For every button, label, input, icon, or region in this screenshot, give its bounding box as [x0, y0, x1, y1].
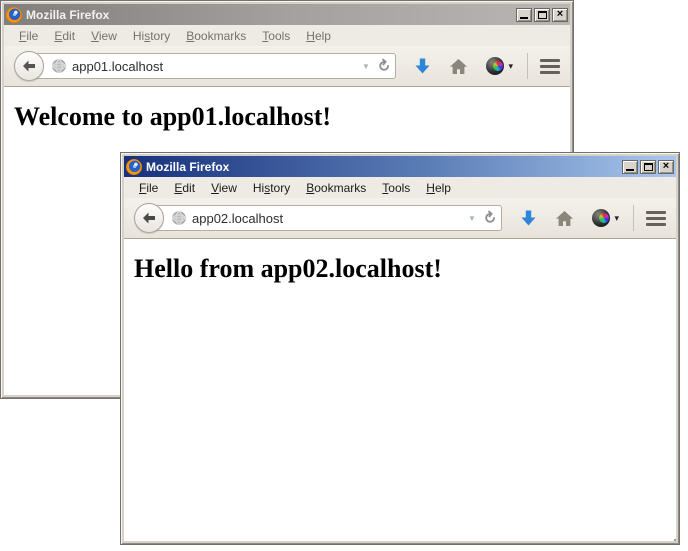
maximize-button[interactable] — [534, 8, 550, 22]
reload-button[interactable]: ↻ — [480, 208, 499, 228]
hamburger-icon — [540, 59, 560, 62]
minimize-button[interactable] — [622, 160, 638, 174]
desktop: Mozilla Firefox × File Edit View History… — [0, 0, 688, 551]
home-button[interactable] — [449, 58, 468, 75]
menu-bar: File Edit View History Bookmarks Tools H… — [4, 25, 570, 46]
minimize-button[interactable] — [516, 8, 532, 22]
navigation-toolbar: app01.localhost ▼ ↻ ▾ — [4, 46, 570, 87]
menu-file[interactable]: File — [11, 27, 46, 45]
search-engine-icon — [486, 57, 504, 75]
url-bar[interactable]: app02.localhost ▼ ↻ — [149, 205, 502, 231]
reload-button[interactable]: ↻ — [374, 56, 393, 76]
resize-grip[interactable] — [670, 535, 672, 537]
menu-bookmarks[interactable]: Bookmarks — [178, 27, 254, 45]
maximize-button[interactable] — [640, 160, 656, 174]
search-engine-icon — [592, 209, 610, 227]
globe-icon — [52, 59, 66, 73]
menu-edit[interactable]: Edit — [166, 179, 203, 197]
url-text[interactable]: app02.localhost — [192, 211, 464, 226]
search-engine-button[interactable]: ▾ — [592, 209, 619, 227]
menu-view[interactable]: View — [83, 27, 125, 45]
open-menu-button[interactable] — [646, 209, 666, 227]
toolbar-separator — [633, 205, 634, 231]
maximize-icon — [538, 11, 547, 19]
search-engine-button[interactable]: ▾ — [486, 57, 513, 75]
menu-bookmarks[interactable]: Bookmarks — [298, 179, 374, 197]
home-icon — [555, 210, 574, 227]
back-button[interactable] — [14, 51, 44, 81]
back-arrow-icon — [21, 58, 37, 74]
window-title: Mozilla Firefox — [26, 8, 109, 22]
url-bar[interactable]: app01.localhost ▼ ↻ — [29, 53, 396, 79]
home-button[interactable] — [555, 210, 574, 227]
menu-history[interactable]: History — [125, 27, 178, 45]
page-content: Hello from app02.localhost! — [124, 239, 676, 541]
minimize-icon — [520, 17, 528, 19]
page-heading: Hello from app02.localhost! — [124, 254, 676, 284]
toolbar-separator — [527, 53, 528, 79]
url-text[interactable]: app01.localhost — [72, 59, 358, 74]
page-heading: Welcome to app01.localhost! — [4, 102, 570, 132]
minimize-icon — [626, 169, 634, 171]
close-button[interactable]: × — [552, 8, 568, 22]
maximize-icon — [644, 163, 653, 171]
firefox-icon — [6, 7, 22, 23]
download-icon — [520, 209, 537, 227]
menu-history[interactable]: History — [245, 179, 298, 197]
back-arrow-icon — [141, 210, 157, 226]
menu-help[interactable]: Help — [298, 27, 339, 45]
menu-tools[interactable]: Tools — [374, 179, 418, 197]
menu-file[interactable]: File — [131, 179, 166, 197]
globe-icon — [172, 211, 186, 225]
menu-bar: File Edit View History Bookmarks Tools H… — [124, 177, 676, 198]
window-controls: × — [620, 160, 674, 174]
urlbar-dropdown-icon[interactable]: ▼ — [468, 214, 476, 223]
menu-view[interactable]: View — [203, 179, 245, 197]
open-menu-button[interactable] — [540, 57, 560, 75]
search-dropdown-icon[interactable]: ▾ — [508, 61, 513, 72]
close-button[interactable]: × — [658, 160, 674, 174]
firefox-icon — [126, 159, 142, 175]
hamburger-icon — [646, 211, 666, 214]
browser-window-app02: Mozilla Firefox × File Edit View History… — [120, 152, 680, 545]
window-controls: × — [514, 8, 568, 22]
menu-edit[interactable]: Edit — [46, 27, 83, 45]
download-button[interactable] — [520, 209, 537, 227]
urlbar-dropdown-icon[interactable]: ▼ — [362, 62, 370, 71]
menu-help[interactable]: Help — [418, 179, 459, 197]
download-button[interactable] — [414, 57, 431, 75]
window-title: Mozilla Firefox — [146, 160, 229, 174]
navigation-toolbar: app02.localhost ▼ ↻ ▾ — [124, 198, 676, 239]
back-button[interactable] — [134, 203, 164, 233]
download-icon — [414, 57, 431, 75]
home-icon — [449, 58, 468, 75]
titlebar[interactable]: Mozilla Firefox × — [124, 156, 676, 177]
titlebar[interactable]: Mozilla Firefox × — [4, 4, 570, 25]
search-dropdown-icon[interactable]: ▾ — [614, 213, 619, 224]
menu-tools[interactable]: Tools — [254, 27, 298, 45]
